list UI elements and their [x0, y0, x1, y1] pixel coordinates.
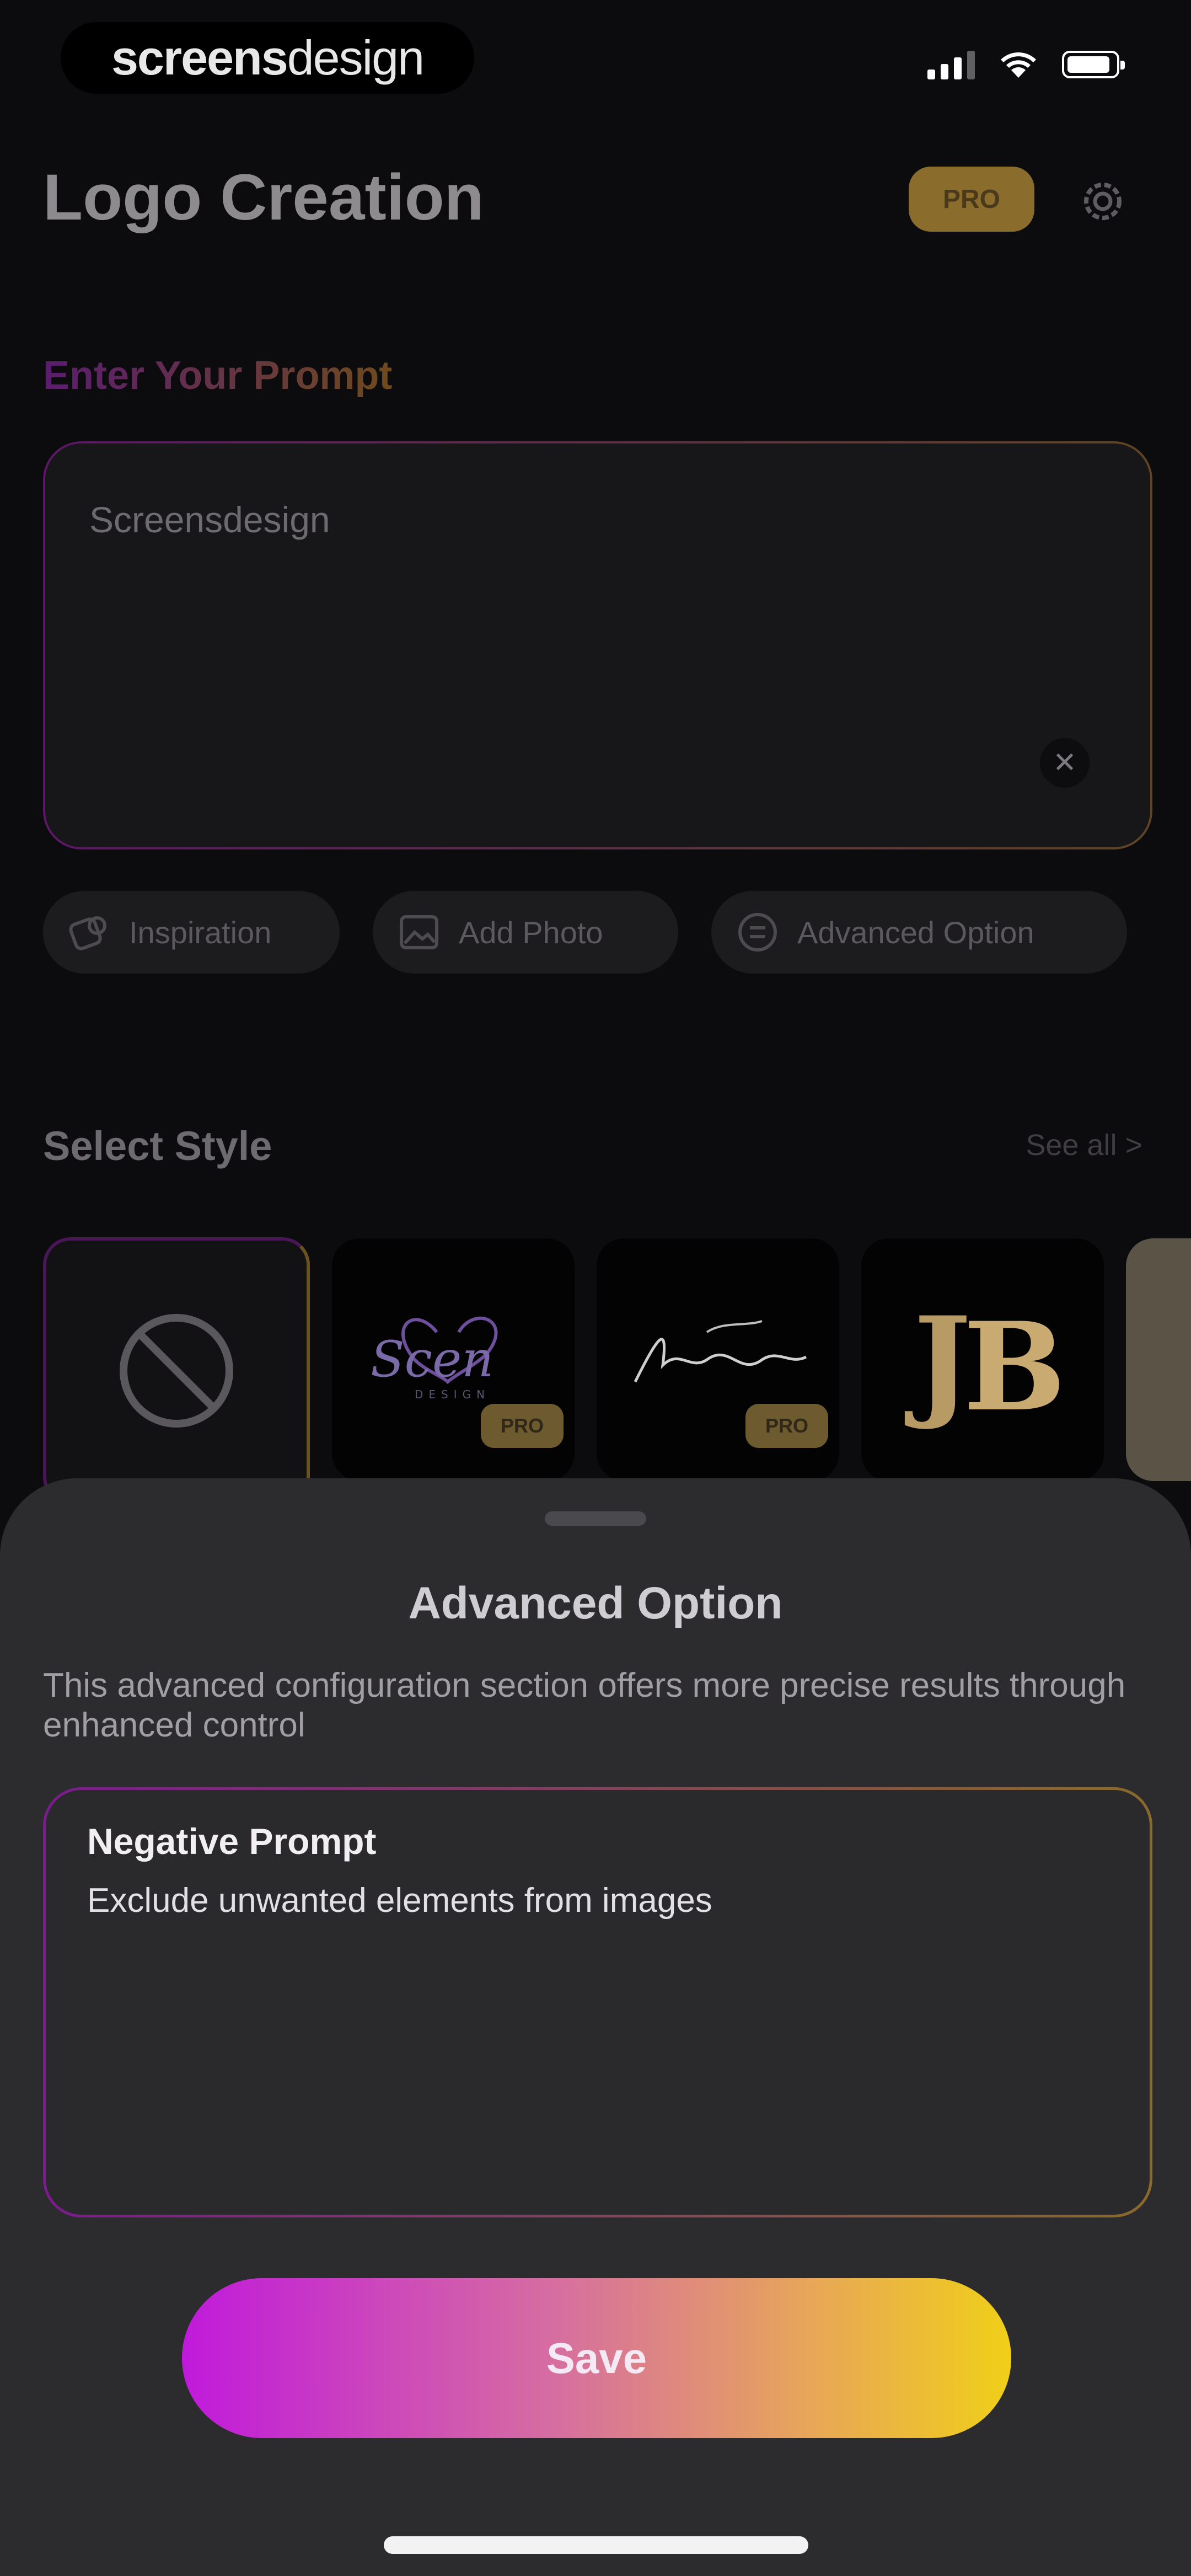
style-card-monogram[interactable]: J B — [861, 1238, 1104, 1481]
close-icon: ✕ — [1053, 747, 1077, 779]
advanced-option-label: Advanced Option — [797, 915, 1034, 950]
select-style-title: Select Style — [43, 1123, 272, 1169]
advanced-option-button[interactable]: Advanced Option — [711, 891, 1127, 974]
add-photo-label: Add Photo — [459, 915, 603, 950]
sheet-title: Advanced Option — [408, 1578, 783, 1628]
prompt-label: Enter Your Prompt — [43, 354, 393, 398]
negative-prompt-value[interactable]: Exclude unwanted elements from images — [87, 1881, 712, 1920]
style-card-signature[interactable]: PRO — [597, 1238, 839, 1481]
svg-text:Scen: Scen — [371, 1330, 493, 1388]
sheet-grabber[interactable] — [545, 1511, 646, 1526]
svg-text:J: J — [904, 1290, 971, 1433]
image-icon — [400, 915, 438, 949]
style-card-peek[interactable] — [1126, 1238, 1191, 1481]
style-carousel[interactable]: Scen DESIGN PRO PRO J B — [43, 1237, 1191, 1504]
sheet-description: This advanced configuration section offe… — [43, 1666, 1126, 1744]
brand-watermark: screensdesign — [61, 22, 474, 94]
save-button[interactable]: Save — [182, 2278, 1011, 2438]
monogram-logo-image: J B — [904, 1290, 1066, 1438]
wifi-icon — [1001, 52, 1036, 78]
prompt-actions: Inspiration Add Photo Advanced Option — [43, 891, 1127, 974]
negative-prompt-field[interactable]: Negative Prompt Exclude unwanted element… — [43, 1787, 1152, 2217]
clear-prompt-button[interactable]: ✕ — [1040, 738, 1090, 788]
prohibited-icon — [120, 1314, 233, 1428]
sliders-icon — [738, 913, 777, 952]
see-all-link[interactable]: See all > — [1026, 1128, 1142, 1162]
style-card-none[interactable] — [43, 1237, 310, 1504]
style-pro-badge: PRO — [745, 1404, 828, 1448]
style-pro-badge: PRO — [481, 1404, 564, 1448]
negative-prompt-inner[interactable]: Negative Prompt Exclude unwanted element… — [46, 1790, 1150, 2215]
inspiration-button[interactable]: Inspiration — [43, 891, 340, 974]
svg-text:B: B — [963, 1295, 1066, 1438]
svg-text:DESIGN: DESIGN — [415, 1388, 490, 1401]
page-title: Logo Creation — [43, 161, 484, 234]
status-icons — [927, 50, 1125, 79]
prompt-field[interactable]: Screensdesign ✕ — [43, 441, 1152, 849]
pro-button[interactable]: PRO — [909, 167, 1034, 232]
battery-icon — [1062, 51, 1125, 78]
home-indicator[interactable] — [384, 2536, 808, 2554]
negative-prompt-label: Negative Prompt — [87, 1821, 377, 1862]
signal-icon — [927, 50, 975, 79]
advanced-option-sheet: Advanced Option This advanced configurat… — [0, 1478, 1191, 2576]
prompt-field-inner[interactable]: Screensdesign ✕ — [45, 443, 1150, 847]
prompt-value[interactable]: Screensdesign — [89, 499, 330, 541]
status-bar: screensdesign — [0, 0, 1191, 127]
brand-bold: screens — [111, 30, 288, 85]
add-photo-button[interactable]: Add Photo — [373, 891, 678, 974]
inspiration-label: Inspiration — [129, 915, 272, 950]
style-card-script-heart[interactable]: Scen DESIGN PRO — [332, 1238, 575, 1481]
brand-light: design — [287, 30, 425, 85]
lightbulb-icon — [69, 916, 106, 950]
gear-icon[interactable] — [1078, 177, 1128, 226]
